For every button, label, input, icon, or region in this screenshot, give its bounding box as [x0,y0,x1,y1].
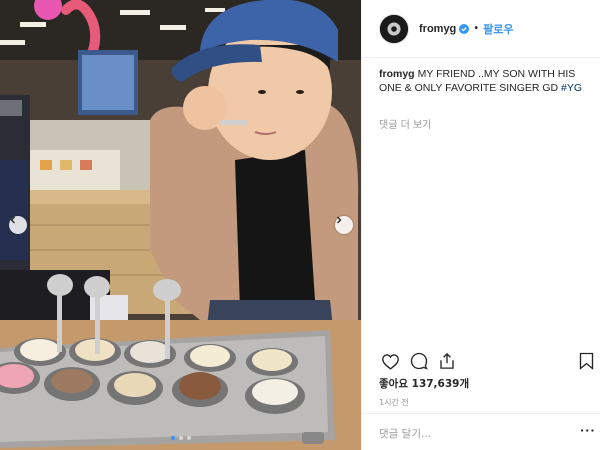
comment-bubble-icon [410,352,428,370]
bookmark-icon [579,352,593,370]
post-side-panel: fromyg • 팔로우 fromyg MY FRIEND ..MY SON WI… [361,0,600,450]
share-icon [440,352,454,369]
next-slide-button[interactable] [335,216,353,234]
carousel-indicator [0,436,361,440]
photo-illustration [0,0,361,450]
verified-badge-icon [459,23,470,34]
likes-count[interactable]: 좋아요 137,639개 [379,376,469,391]
comment-divider [362,413,600,414]
chevron-right-icon [337,216,342,224]
action-bar [379,350,594,372]
view-more-comments-link[interactable]: 댓글 더 보기 [379,116,431,131]
post-header: fromyg • 팔로우 [362,0,600,58]
carousel-dot [178,436,183,440]
post-photo[interactable] [0,0,361,450]
like-button[interactable] [379,350,401,372]
comment-button[interactable] [408,350,430,372]
avatar-image [380,14,408,43]
chevron-left-icon [10,216,15,224]
comment-input[interactable]: 댓글 달기... [379,426,431,441]
caption-username[interactable]: fromyg [379,68,415,80]
hashtag-link[interactable]: #YG [561,82,582,94]
carousel-dot [170,436,175,440]
carousel-dot [186,436,191,440]
post-caption: fromyg MY FRIEND ..MY SON WITH HIS ONE & … [379,68,594,95]
avatar[interactable] [379,13,409,44]
follow-button[interactable]: 팔로우 [483,21,513,37]
save-button[interactable] [575,350,597,372]
header-separator: • [473,23,480,34]
username-link[interactable]: fromyg [419,23,456,35]
previous-slide-button[interactable] [9,216,27,234]
post-timestamp[interactable]: 1시간 전 [379,397,409,408]
share-button[interactable] [436,350,458,372]
more-options-button[interactable]: ··· [580,424,596,437]
heart-icon [381,353,399,370]
